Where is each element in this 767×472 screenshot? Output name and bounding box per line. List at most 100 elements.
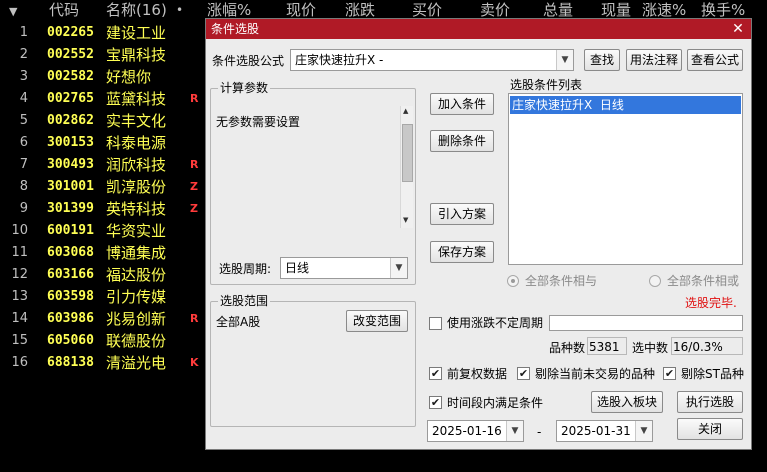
- stock-code: 301399: [47, 201, 94, 216]
- stock-mark-badge: R: [190, 158, 199, 171]
- scroll-down-icon[interactable]: ▼: [403, 216, 408, 224]
- stock-name: 好想你: [106, 68, 152, 86]
- radio-and[interactable]: [507, 275, 519, 287]
- stock-mark-badge: R: [190, 92, 199, 105]
- forward-adj-checkbox[interactable]: ✔: [429, 367, 442, 380]
- selected-value: 16/0.3%: [673, 340, 723, 354]
- period-label: 选股周期:: [219, 262, 272, 276]
- stock-name: 实丰文化: [106, 112, 167, 130]
- condition-list[interactable]: 庄家快速拉升X 日线: [508, 93, 743, 265]
- date-from-value: 2025-01-16: [432, 424, 502, 438]
- exclude-st-checkbox[interactable]: ✔: [663, 367, 676, 380]
- header-name[interactable]: 名称(16): [106, 0, 167, 21]
- period-select[interactable]: 日线 ▼: [280, 257, 408, 279]
- chevron-down-icon: ▼: [506, 421, 523, 441]
- stock-code: 605060: [47, 333, 94, 348]
- uncertain-period-input[interactable]: [549, 315, 743, 331]
- row-index: 4: [19, 91, 28, 106]
- range-group: 选股范围 全部A股 改变范围: [210, 293, 416, 427]
- stock-mark-badge: Z: [190, 180, 198, 193]
- sort-arrow-icon[interactable]: ▼: [9, 1, 17, 22]
- execute-button[interactable]: 执行选股: [677, 391, 743, 413]
- chevron-down-icon: ▼: [635, 421, 652, 441]
- row-index: 3: [19, 69, 28, 84]
- save-plan-button[interactable]: 保存方案: [430, 241, 494, 263]
- stock-code: 603598: [47, 289, 94, 304]
- delete-condition-button[interactable]: 删除条件: [430, 130, 494, 152]
- usage-notes-button[interactable]: 用法注释: [626, 49, 682, 71]
- view-formula-button[interactable]: 查看公式: [687, 49, 743, 71]
- radio-or-label: 全部条件相或: [667, 274, 740, 288]
- stock-code: 002582: [47, 69, 94, 84]
- uncertain-period-label: 使用涨跌不定周期: [447, 316, 544, 330]
- exclude-untraded-checkbox[interactable]: ✔: [517, 367, 530, 380]
- header-dot: •: [176, 3, 184, 17]
- row-index: 13: [11, 289, 28, 304]
- params-text: 无参数需要设置: [216, 115, 301, 129]
- close-button[interactable]: 关闭: [677, 418, 743, 440]
- stock-name: 联德股份: [106, 332, 167, 350]
- import-plan-button[interactable]: 引入方案: [430, 203, 494, 225]
- formula-select[interactable]: 庄家快速拉升X - ▼: [290, 49, 574, 71]
- stock-name: 润欣科技: [106, 156, 167, 174]
- condition-list-item[interactable]: 庄家快速拉升X 日线: [510, 96, 741, 114]
- date-from-picker[interactable]: 2025-01-16 ▼: [427, 420, 524, 442]
- date-separator: -: [537, 425, 542, 439]
- formula-label: 条件选股公式: [212, 54, 285, 68]
- row-index: 5: [19, 113, 28, 128]
- change-range-button[interactable]: 改变范围: [346, 310, 408, 332]
- find-button[interactable]: 查找: [584, 49, 620, 71]
- selected-box: 16/0.3%: [671, 337, 743, 355]
- date-to-picker[interactable]: 2025-01-31 ▼: [556, 420, 653, 442]
- row-index: 10: [11, 223, 28, 238]
- formula-value: 庄家快速拉升X -: [295, 53, 384, 67]
- status-text: 选股完毕.: [685, 296, 737, 310]
- add-condition-button[interactable]: 加入条件: [430, 93, 494, 115]
- stock-name: 凯淳股份: [106, 178, 167, 196]
- stock-code: 301001: [47, 179, 94, 194]
- row-index: 9: [19, 201, 28, 216]
- stock-code: 603166: [47, 267, 94, 282]
- header-code[interactable]: 代码: [49, 0, 79, 21]
- scroll-up-icon[interactable]: ▲: [403, 107, 408, 115]
- stock-name: 华资实业: [106, 222, 167, 240]
- stock-name: 清溢光电: [106, 354, 167, 372]
- stock-name: 宝鼎科技: [106, 46, 167, 64]
- row-index: 12: [11, 267, 28, 282]
- stock-code: 002862: [47, 113, 94, 128]
- radio-or[interactable]: [649, 275, 661, 287]
- row-index: 16: [11, 355, 28, 370]
- stock-name: 博通集成: [106, 244, 167, 262]
- stock-mark-badge: R: [190, 312, 199, 325]
- stock-name: 蓝黛科技: [106, 90, 167, 108]
- condition-list-label: 选股条件列表: [510, 78, 583, 92]
- time-range-label: 时间段内满足条件: [447, 396, 544, 410]
- range-group-label: 选股范围: [218, 293, 271, 309]
- to-block-button[interactable]: 选股入板块: [591, 391, 663, 413]
- stock-mark-badge: Z: [190, 202, 198, 215]
- close-icon[interactable]: ✕: [730, 19, 746, 39]
- time-range-checkbox[interactable]: ✔: [429, 396, 442, 409]
- exclude-untraded-label: 剔除当前未交易的品种: [535, 367, 656, 381]
- count-box: 5381: [587, 337, 627, 355]
- stock-code: 002265: [47, 25, 94, 40]
- selected-label: 选中数: [632, 341, 669, 355]
- row-index: 6: [19, 135, 28, 150]
- row-index: 14: [11, 311, 28, 326]
- count-label: 品种数: [549, 341, 586, 355]
- stock-name: 科泰电源: [106, 134, 167, 152]
- forward-adj-label: 前复权数据: [447, 367, 508, 381]
- uncertain-period-checkbox[interactable]: [429, 317, 442, 330]
- row-index: 1: [19, 25, 28, 40]
- stock-code: 002552: [47, 47, 94, 62]
- params-group-label: 计算参数: [218, 80, 271, 96]
- stock-code: 603068: [47, 245, 94, 260]
- params-scrollbar[interactable]: ▲ ▼: [400, 106, 413, 228]
- stock-code: 603986: [47, 311, 94, 326]
- dialog-titlebar[interactable]: 条件选股 ✕: [206, 19, 751, 39]
- stock-mark-badge: K: [190, 356, 199, 369]
- row-index: 15: [11, 333, 28, 348]
- scroll-thumb[interactable]: [402, 124, 413, 182]
- date-to-value: 2025-01-31: [561, 424, 631, 438]
- row-index: 7: [19, 157, 28, 172]
